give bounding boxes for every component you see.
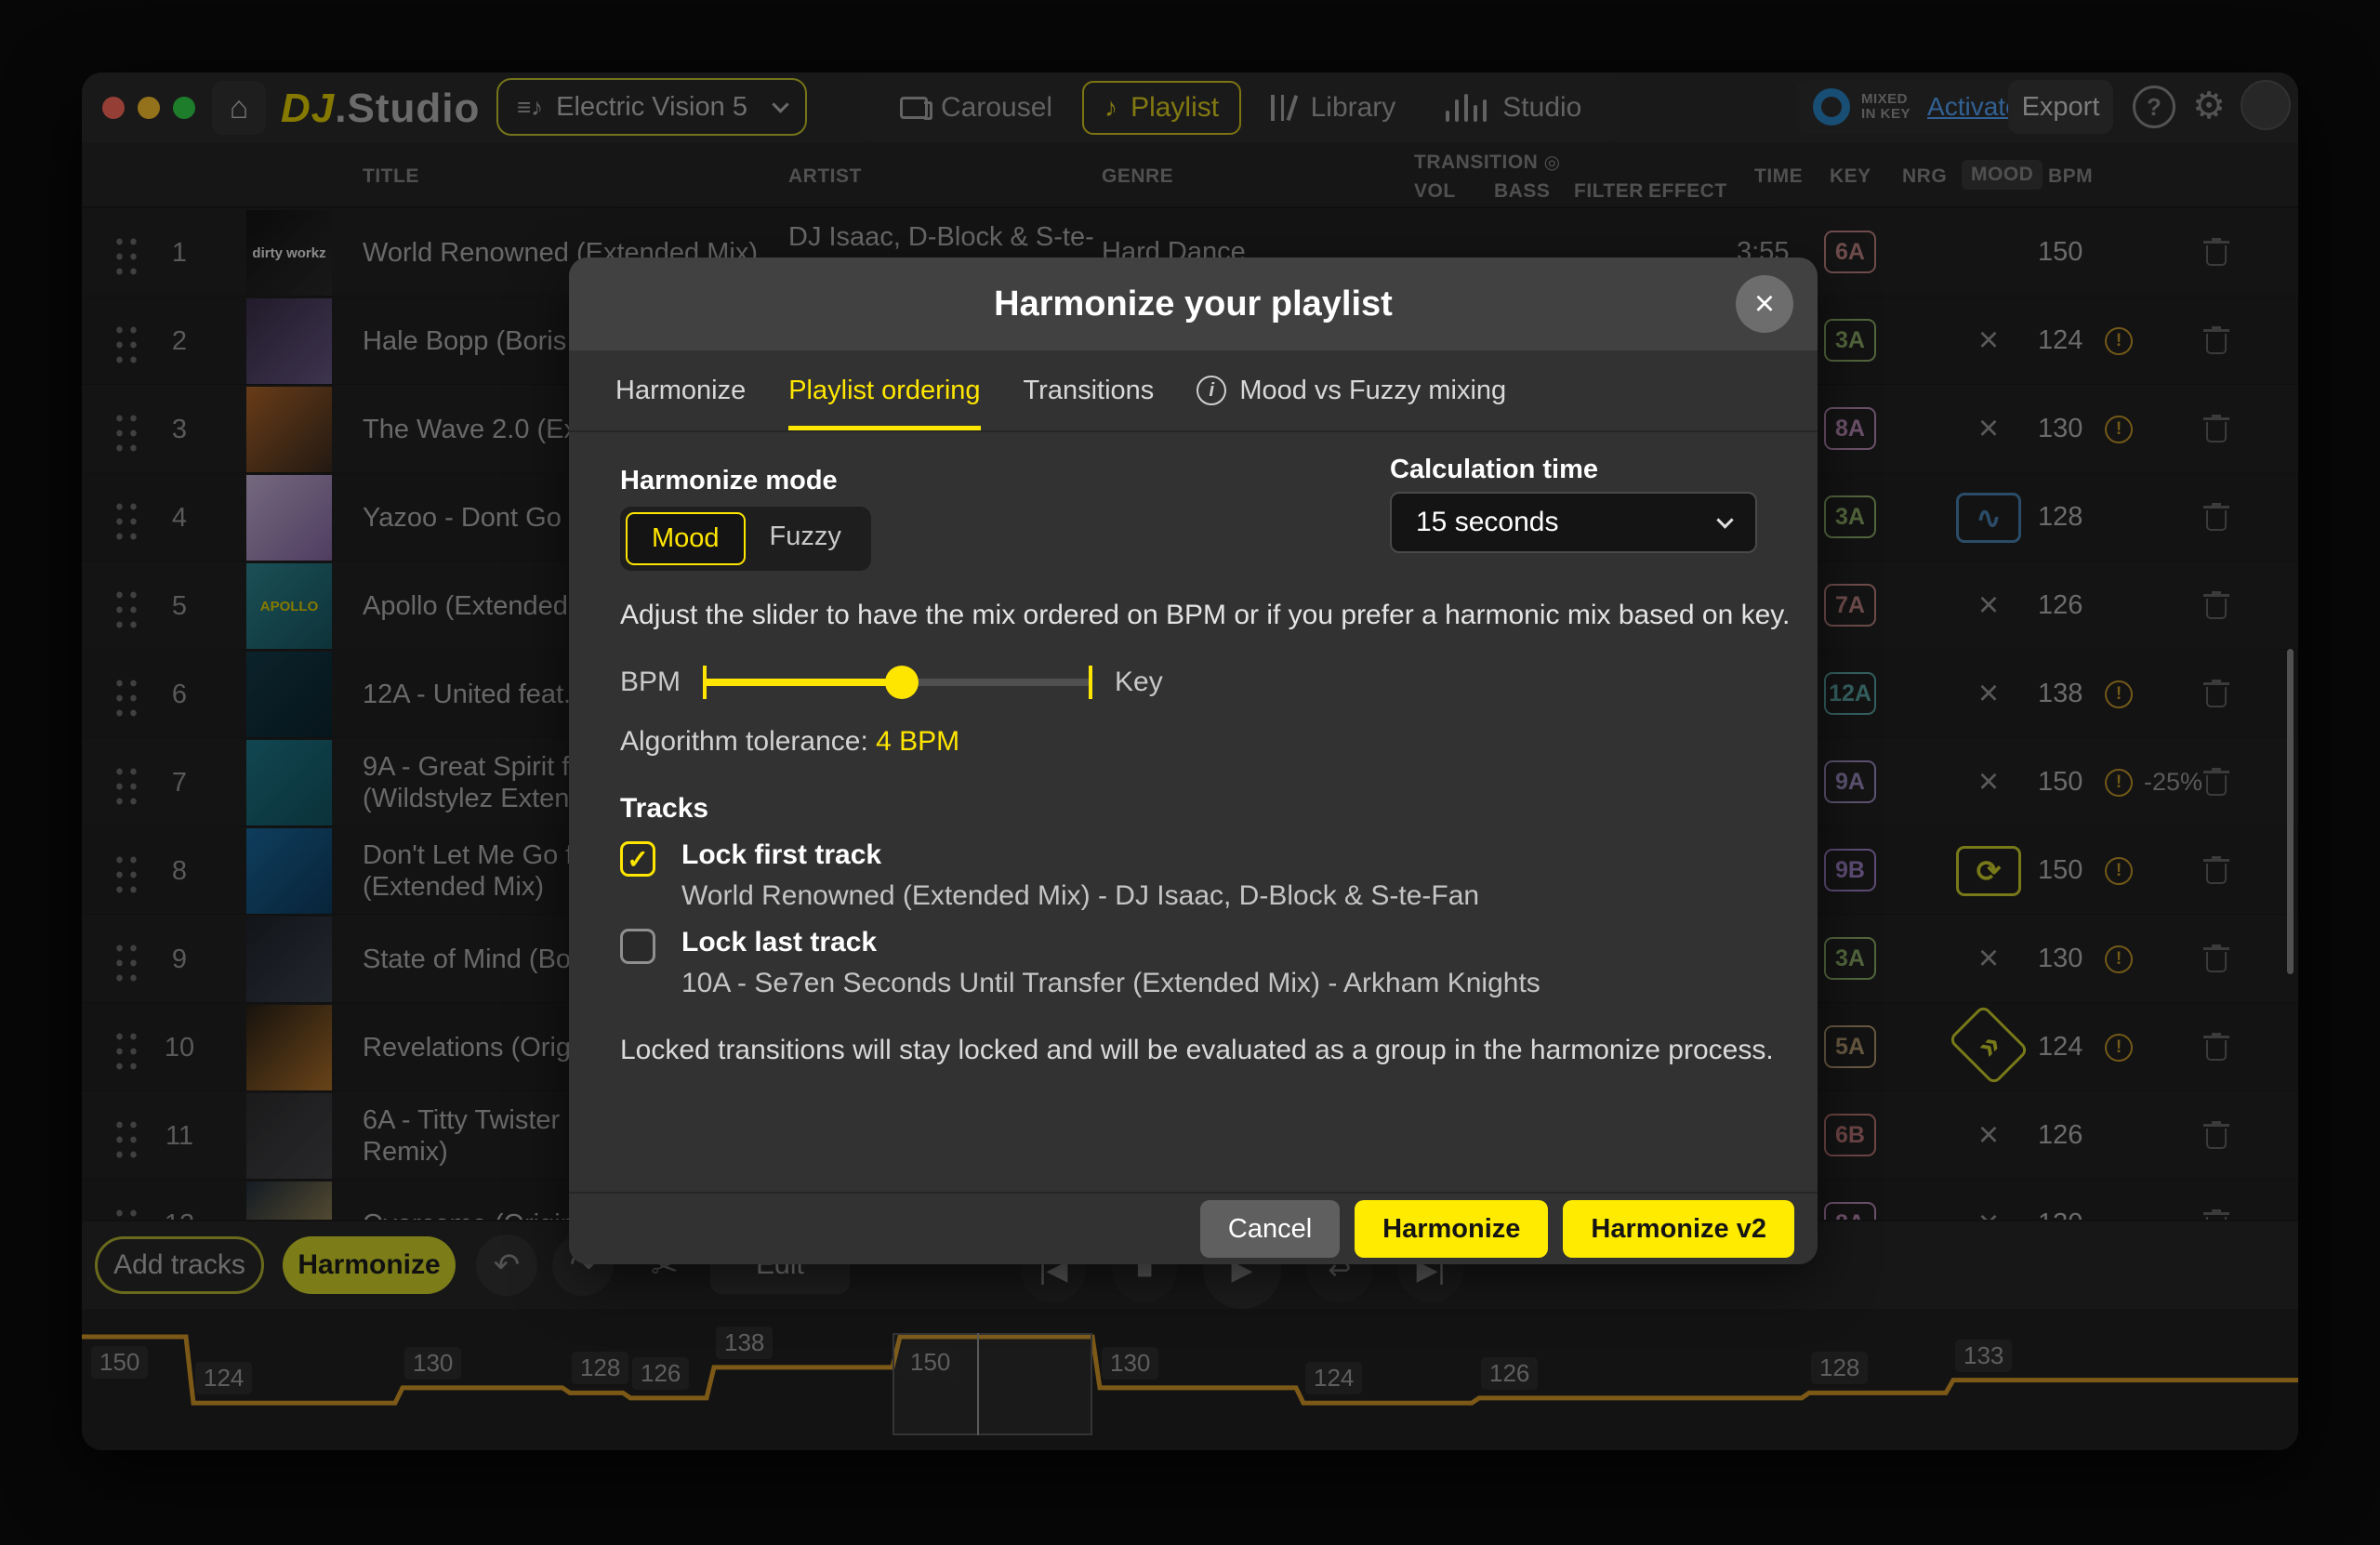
tab-label: Mood vs Fuzzy mixing xyxy=(1239,376,1506,406)
tab-label: Playlist ordering xyxy=(788,376,980,406)
lock-last-track-label: Lock last track xyxy=(681,927,1540,958)
slider-thumb[interactable] xyxy=(885,666,919,699)
harmonize-mode-label: Harmonize mode xyxy=(620,466,838,496)
slider-key-label: Key xyxy=(1115,667,1163,698)
tolerance-value: 4 BPM xyxy=(876,726,959,757)
desktop: ⌂ DJ.Studio ≡♪ Electric Vision 5 Carouse… xyxy=(0,0,2380,1545)
tab-label: Transitions xyxy=(1024,376,1155,406)
tab-harmonize[interactable]: Harmonize xyxy=(615,350,746,430)
slider-bpm-label: BPM xyxy=(620,667,681,698)
checkmark-icon: ✓ xyxy=(627,844,648,875)
info-icon: i xyxy=(1197,376,1226,405)
mode-option-fuzzy[interactable]: Fuzzy xyxy=(746,512,866,565)
locked-transitions-note: Locked transitions will stay locked and … xyxy=(620,1035,1774,1066)
mode-segmented-control: Mood Fuzzy xyxy=(620,507,871,571)
lock-first-track-label: Lock first track xyxy=(681,839,1479,871)
tab-label: Harmonize xyxy=(615,376,746,406)
lock-first-track-checkbox[interactable]: ✓ xyxy=(620,841,655,877)
dialog-body: Harmonize mode Mood Fuzzy Adjust the sli… xyxy=(569,432,1818,1264)
dialog-footer: Cancel Harmonize Harmonize v2 xyxy=(569,1192,1818,1264)
slider-right-tick xyxy=(1089,666,1092,699)
lock-first-track-row: ✓ Lock first track World Renowned (Exten… xyxy=(620,839,1479,912)
app-window: ⌂ DJ.Studio ≡♪ Electric Vision 5 Carouse… xyxy=(82,73,2298,1450)
tracks-section-label: Tracks xyxy=(620,793,708,825)
calculation-time-value: 15 seconds xyxy=(1416,507,1719,538)
lock-last-track-row: Lock last track 10A - Se7en Seconds Unti… xyxy=(620,927,1540,999)
slider-description: Adjust the slider to have the mix ordere… xyxy=(620,600,1790,631)
slider-fill xyxy=(705,679,902,686)
chevron-down-icon xyxy=(1716,511,1733,528)
bpm-key-slider[interactable] xyxy=(705,679,1091,686)
algorithm-tolerance: Algorithm tolerance: 4 BPM xyxy=(620,726,959,758)
lock-last-track-checkbox[interactable] xyxy=(620,929,655,964)
tab-playlist-ordering[interactable]: Playlist ordering xyxy=(788,350,980,430)
dialog-header: Harmonize your playlist × xyxy=(569,258,1818,350)
calculation-time-label: Calculation time xyxy=(1390,455,1598,485)
lock-last-track-description: 10A - Se7en Seconds Until Transfer (Exte… xyxy=(681,968,1540,999)
close-dialog-button[interactable]: × xyxy=(1736,275,1793,333)
mode-option-mood[interactable]: Mood xyxy=(626,512,746,565)
calculation-time-select[interactable]: 15 seconds xyxy=(1390,492,1757,553)
tab-transitions[interactable]: Transitions xyxy=(1024,350,1155,430)
close-icon: × xyxy=(1754,284,1775,324)
slider-left-tick xyxy=(703,666,707,699)
cancel-button[interactable]: Cancel xyxy=(1200,1200,1340,1258)
tab-mood-vs-fuzzy[interactable]: i Mood vs Fuzzy mixing xyxy=(1197,350,1506,430)
harmonize-dialog: Harmonize your playlist × Harmonize Play… xyxy=(569,258,1818,1264)
dialog-title: Harmonize your playlist xyxy=(569,258,1818,350)
lock-first-track-description: World Renowned (Extended Mix) - DJ Isaac… xyxy=(681,880,1479,912)
harmonize-button[interactable]: Harmonize xyxy=(1355,1200,1548,1258)
dialog-tabs: Harmonize Playlist ordering Transitions … xyxy=(569,350,1818,432)
harmonize-v2-button[interactable]: Harmonize v2 xyxy=(1563,1200,1794,1258)
bpm-key-slider-row: BPM Key xyxy=(620,667,1163,698)
